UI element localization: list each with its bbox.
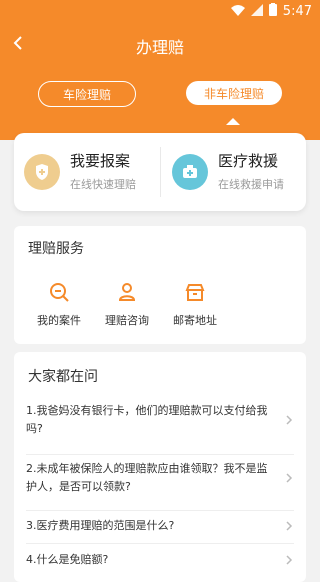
tab-indicator bbox=[226, 118, 240, 125]
tab-label: 车险理赔 bbox=[62, 87, 111, 102]
faq-question: 2.未成年被保险人的理赔款应由谁领取？我不是监护人，是否可以领款? bbox=[26, 462, 268, 493]
service-items: 我的案件 理赔咨询 邮寄地址 bbox=[14, 280, 306, 340]
claim-services-section: 理赔服务 我的案件 理赔咨询 邮寄地址 bbox=[14, 226, 306, 344]
divider bbox=[26, 510, 294, 511]
chevron-right-icon bbox=[286, 521, 293, 531]
tab-label: 非车险理赔 bbox=[203, 86, 264, 101]
faq-item[interactable]: 4.什么是免赔额? bbox=[26, 551, 296, 569]
report-shield-icon bbox=[24, 154, 60, 190]
user-consult-icon bbox=[92, 280, 162, 304]
chevron-right-icon bbox=[286, 473, 293, 483]
wifi-icon bbox=[230, 4, 245, 20]
service-label: 邮寄地址 bbox=[173, 314, 217, 327]
faq-question: 1.我爸妈没有银行卡，他们的理赔款可以支付给我吗? bbox=[26, 404, 268, 435]
report-claim-button[interactable]: 我要报案 在线快速理赔 bbox=[24, 145, 136, 199]
quick-actions-card: 我要报案 在线快速理赔 医疗救援 在线救援申请 bbox=[14, 133, 306, 211]
faq-section: 大家都在问 1.我爸妈没有银行卡，他们的理赔款可以支付给我吗? 2.未成年被保险… bbox=[14, 352, 306, 582]
faq-item[interactable]: 1.我爸妈没有银行卡，他们的理赔款可以支付给我吗? bbox=[26, 402, 296, 438]
chevron-right-icon bbox=[286, 415, 293, 425]
report-claim-title: 我要报案 bbox=[70, 152, 131, 170]
signal-icon bbox=[250, 3, 263, 20]
medical-kit-icon bbox=[172, 154, 208, 190]
status-time: 5:47 bbox=[282, 4, 312, 19]
faq-question: 4.什么是免赔额? bbox=[26, 553, 109, 566]
medical-rescue-subtitle: 在线救援申请 bbox=[218, 178, 284, 191]
status-bar: 5:47 bbox=[0, 0, 320, 24]
battery-icon bbox=[268, 3, 277, 20]
faq-item[interactable]: 2.未成年被保险人的理赔款应由谁领取？我不是监护人，是否可以领款? bbox=[26, 460, 296, 496]
faq-question: 3.医疗费用理赔的范围是什么? bbox=[26, 519, 175, 532]
header: 办理赔 车险理赔 非车险理赔 bbox=[0, 24, 320, 140]
medical-rescue-title: 医疗救援 bbox=[218, 152, 279, 170]
status-icons: 5:47 bbox=[230, 3, 312, 20]
service-mailing-address[interactable]: 邮寄地址 bbox=[160, 280, 230, 328]
section-title: 理赔服务 bbox=[28, 241, 84, 257]
chevron-right-icon bbox=[286, 555, 293, 565]
divider bbox=[26, 543, 294, 544]
service-consultation[interactable]: 理赔咨询 bbox=[92, 280, 162, 328]
service-my-cases[interactable]: 我的案件 bbox=[24, 280, 94, 328]
page-title: 办理赔 bbox=[135, 38, 184, 57]
report-claim-subtitle: 在线快速理赔 bbox=[70, 178, 136, 191]
faq-item[interactable]: 3.医疗费用理赔的范围是什么? bbox=[26, 517, 296, 535]
tab-non-auto-claims[interactable]: 非车险理赔 bbox=[186, 81, 282, 105]
divider bbox=[160, 147, 161, 197]
divider bbox=[26, 454, 294, 455]
mail-store-icon bbox=[160, 280, 230, 304]
search-case-icon bbox=[24, 280, 94, 304]
service-label: 我的案件 bbox=[37, 314, 81, 327]
section-title: 大家都在问 bbox=[28, 369, 98, 385]
tab-auto-claims[interactable]: 车险理赔 bbox=[38, 81, 136, 107]
medical-rescue-button[interactable]: 医疗救援 在线救援申请 bbox=[172, 145, 284, 199]
service-label: 理赔咨询 bbox=[105, 314, 149, 327]
